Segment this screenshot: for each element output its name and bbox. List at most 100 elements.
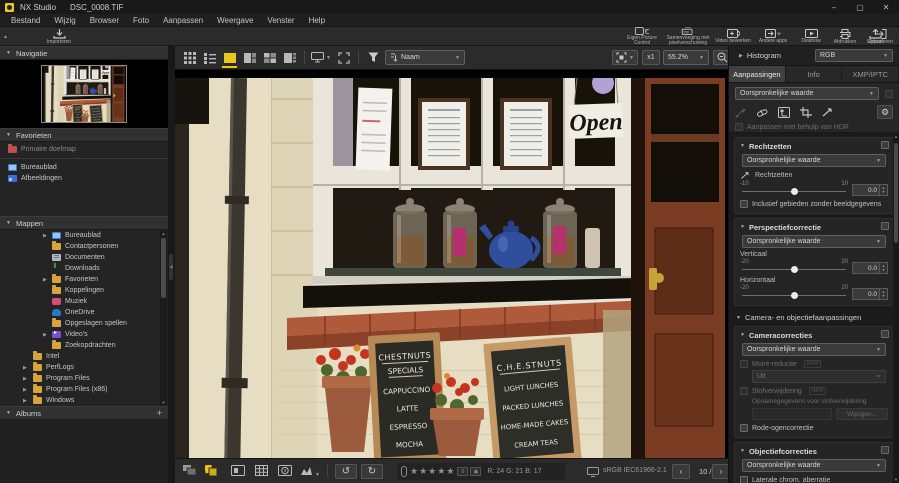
expand-arrow-icon[interactable]: ▶: [23, 387, 27, 393]
undo-button[interactable]: ↺: [335, 464, 357, 479]
lens-preset-select[interactable]: Oorspronkelijke waarde ▼: [742, 459, 886, 472]
camera-preset-select[interactable]: Oorspronkelijke waarde ▼: [742, 343, 886, 356]
paired-images-button[interactable]: [204, 464, 218, 479]
scrollbar-thumb[interactable]: [161, 238, 166, 298]
scroll-down-icon[interactable]: ▼: [160, 400, 167, 405]
fullscreen-button[interactable]: [335, 50, 352, 65]
tree-item-documenten[interactable]: Documenten: [0, 252, 168, 263]
menu-venster[interactable]: Venster: [260, 16, 301, 25]
expand-arrow-icon[interactable]: ▶: [43, 332, 47, 338]
histogram-overlay-button[interactable]: ▼: [301, 465, 320, 478]
vertical-value-field[interactable]: 0.0: [852, 262, 880, 274]
rating-clear-icon[interactable]: [401, 466, 407, 477]
tree-item-opgeslagen-spellen[interactable]: Opgeslagen spellen: [0, 318, 168, 329]
section-header[interactable]: ▼ Objectiefcorrecties: [740, 445, 889, 457]
import-button[interactable]: Importeren: [36, 27, 82, 46]
tab-aanpassingen[interactable]: Aanpassingen: [729, 66, 786, 82]
zoom-100-button[interactable]: x1: [642, 50, 660, 65]
scrollbar-thumb[interactable]: [894, 143, 898, 243]
redeye-checkbox[interactable]: [740, 424, 748, 432]
list-view-button[interactable]: [201, 50, 218, 65]
close-button[interactable]: ✕: [873, 0, 899, 14]
straighten-icon[interactable]: [822, 107, 834, 118]
slider-handle[interactable]: [791, 266, 798, 273]
tree-item-muziek[interactable]: Muziek: [0, 296, 168, 307]
slider-handle[interactable]: [791, 292, 798, 299]
navigation-preview-panel[interactable]: [0, 60, 168, 128]
tree-item-videos[interactable]: ▶Video's: [0, 329, 168, 340]
menu-bestand[interactable]: Bestand: [4, 16, 47, 25]
other-apps-button[interactable]: Andere apps: [754, 27, 792, 46]
group-camera-lens[interactable]: ▼ Camera- en objectiefaanpassingen: [736, 313, 892, 322]
section-enable-checkbox[interactable]: [881, 446, 889, 454]
tree-scrollbar[interactable]: ▲ ▼: [160, 230, 167, 406]
scroll-up-icon[interactable]: ▲: [160, 231, 167, 236]
section-header[interactable]: ▼ Perspectiefcorrectie: [740, 221, 889, 233]
filter-button[interactable]: [365, 50, 382, 65]
info-overlay-button[interactable]: [278, 465, 292, 478]
retouch-brush-icon[interactable]: [756, 107, 768, 118]
include-areas-checkbox[interactable]: [740, 200, 748, 208]
tree-item-contactpersonen[interactable]: Contactpersonen: [0, 241, 168, 252]
expand-arrow-icon[interactable]: ▶: [23, 365, 27, 371]
export-button[interactable]: Exporteren: [864, 27, 897, 46]
channel-select[interactable]: RGB ▼: [815, 49, 893, 62]
grid-view-button[interactable]: [181, 50, 198, 65]
redo-button[interactable]: ↻: [361, 464, 383, 479]
tree-item-program-files-x86[interactable]: ▶ Program Files (x86): [0, 384, 168, 395]
secondary-display-button[interactable]: ▼: [309, 50, 333, 65]
image-filmstrip-view-button[interactable]: [281, 50, 298, 65]
dual-monitor-button[interactable]: [183, 465, 197, 478]
section-header[interactable]: ▼ Rechtzetten: [740, 140, 889, 152]
zoom-level-select[interactable]: 55.2% ▼: [663, 50, 709, 65]
star-icon[interactable]: ★: [419, 466, 427, 477]
crop-icon[interactable]: [800, 106, 812, 118]
tree-item-onedrive[interactable]: OneDrive: [0, 307, 168, 318]
star-icon[interactable]: ★: [437, 466, 445, 477]
menu-foto[interactable]: Foto: [126, 16, 156, 25]
color-control-point-icon[interactable]: [778, 106, 790, 118]
value-spinner[interactable]: ▲ ▼: [880, 288, 888, 300]
compare-view-button[interactable]: [261, 50, 278, 65]
star-icon[interactable]: ★: [428, 466, 436, 477]
albums-header[interactable]: ▼ Albums +: [0, 406, 168, 420]
tree-item-koppelingen[interactable]: Koppelingen: [0, 285, 168, 296]
section-enable-checkbox[interactable]: [881, 141, 889, 149]
tree-item-favorieten[interactable]: ▶ Favorieten: [0, 274, 168, 285]
straighten-preset-select[interactable]: Oorspronkelijke waarde ▼: [742, 154, 886, 167]
print-button[interactable]: Afdrukken: [828, 27, 862, 46]
favorieten-header[interactable]: ▼ Favorieten: [0, 128, 168, 142]
straighten-slider[interactable]: -10 10: [740, 181, 848, 196]
section-header[interactable]: ▼ Cameracorrecties: [740, 329, 889, 341]
vertical-slider[interactable]: -20 20: [740, 259, 848, 274]
sidebar-collapse-handle[interactable]: ◀: [169, 254, 173, 280]
perspective-preset-select[interactable]: Oorspronkelijke waarde ▼: [742, 235, 886, 248]
tree-item-perflogs[interactable]: ▶ PerfLogs: [0, 362, 168, 373]
favorite-afbeeldingen[interactable]: Afbeeldingen: [0, 173, 168, 184]
maximize-button[interactable]: ▢: [847, 0, 873, 14]
favorite-bureaublad[interactable]: Bureaublad: [0, 162, 168, 173]
expand-arrow-icon[interactable]: ▶: [23, 376, 27, 382]
fit-view-button[interactable]: ▼: [612, 50, 638, 65]
previous-image-button[interactable]: ‹: [672, 464, 690, 479]
tree-item-windows[interactable]: ▶ Windows: [0, 395, 168, 406]
sidebar-splitter[interactable]: ◀: [168, 46, 175, 483]
lateral-ca-checkbox[interactable]: [740, 476, 748, 483]
slideshow-button[interactable]: Diashow: [794, 27, 828, 46]
label-tag-badge[interactable]: ▣: [470, 467, 482, 476]
horizontal-value-field[interactable]: 0.0: [852, 288, 880, 300]
toolbar-collapse-icon[interactable]: ▲: [3, 34, 8, 40]
label-zero-badge[interactable]: 0: [457, 467, 469, 476]
scroll-up-icon[interactable]: ▲: [893, 134, 899, 139]
menu-wijzig[interactable]: Wijzig: [47, 16, 82, 25]
expand-arrow-icon[interactable]: ▶: [43, 233, 47, 239]
tree-item-intel[interactable]: Intel: [0, 351, 168, 362]
sort-select[interactable]: Naam ▼: [385, 50, 465, 65]
panel-scrollbar[interactable]: ▲ ▼: [893, 133, 899, 483]
navigation-thumbnail[interactable]: [41, 65, 127, 123]
expand-arrow-icon[interactable]: ▶: [43, 277, 47, 283]
add-album-button[interactable]: +: [157, 408, 162, 418]
star-icon[interactable]: ★: [446, 466, 454, 477]
section-enable-checkbox[interactable]: [881, 222, 889, 230]
minimize-button[interactable]: –: [821, 0, 847, 14]
